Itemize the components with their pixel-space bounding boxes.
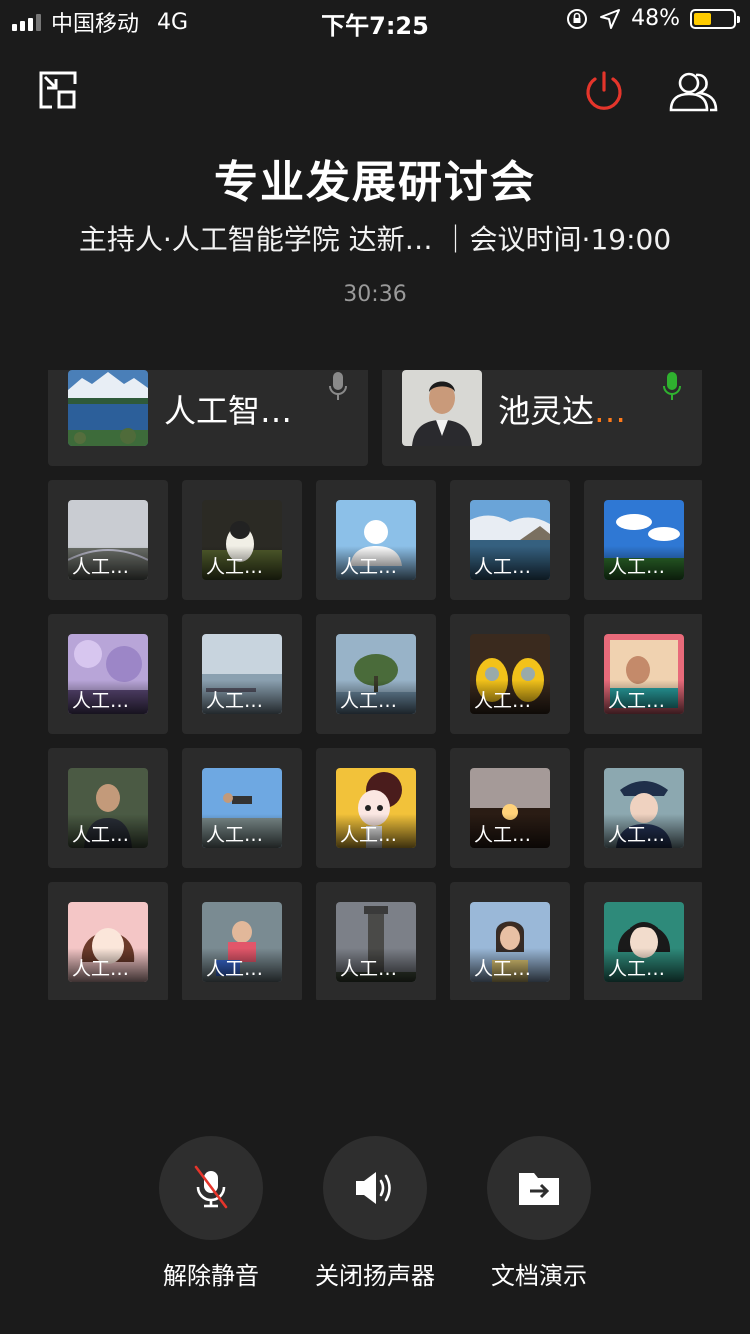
participant-name: 人工… xyxy=(474,958,532,980)
participant-tile[interactable]: 人工… xyxy=(316,748,436,868)
rotation-lock-icon xyxy=(567,8,588,29)
document-share-icon xyxy=(519,1173,559,1205)
participant-tile[interactable]: 人工… xyxy=(48,748,168,868)
participant-name: 人工… xyxy=(206,690,264,712)
participant-tile[interactable]: 人工… xyxy=(48,614,168,734)
participant-grid: 人工… 人工… 人工… 人工… 人工… 人工… 人工… 人工… 人工… 人工… … xyxy=(48,480,702,1000)
speaker-card[interactable]: 人工智… xyxy=(48,370,368,466)
participant-tile[interactable]: 人工… xyxy=(316,480,436,600)
participant-name: 人工… xyxy=(608,824,666,846)
participant-name: 人工… xyxy=(340,556,398,578)
participant-tile[interactable]: 人工… xyxy=(48,480,168,600)
exit-fullscreen-button[interactable] xyxy=(38,70,78,110)
participant-tile[interactable]: 人工… xyxy=(450,614,570,734)
participant-name: 人工… xyxy=(206,824,264,846)
speaker-toggle-label: 关闭扬声器 xyxy=(315,1262,435,1290)
avatar xyxy=(402,370,482,446)
participant-tile[interactable]: 人工… xyxy=(316,882,436,1000)
document-present-button[interactable] xyxy=(487,1136,591,1240)
speaker-name: 池灵达 xyxy=(498,392,595,430)
end-meeting-button[interactable] xyxy=(583,70,625,112)
participant-name: 人工… xyxy=(340,958,398,980)
battery-icon xyxy=(690,8,740,29)
participant-tile[interactable]: 人工… xyxy=(48,882,168,1000)
participant-name: 人工… xyxy=(206,556,264,578)
participant-tile[interactable]: 人工… xyxy=(450,882,570,1000)
participant-name: 人工… xyxy=(474,556,532,578)
members-icon xyxy=(669,72,718,112)
unmute-label: 解除静音 xyxy=(163,1262,259,1290)
participant-tile[interactable]: 人工… xyxy=(182,748,302,868)
elapsed-time: 30:36 xyxy=(343,282,407,307)
mic-icon xyxy=(329,372,347,400)
speaker-name: 人工智… xyxy=(164,392,293,430)
meeting-info: 主持人·人工智能学院 达新… ｜会议时间·19:00 xyxy=(78,223,672,256)
unmute-button[interactable] xyxy=(159,1136,263,1240)
location-icon xyxy=(600,8,621,29)
participant-tile[interactable]: 人工… xyxy=(182,882,302,1000)
participant-tile[interactable]: 人工… xyxy=(450,480,570,600)
status-bar: 中国移动 4G 下午7:25 48% xyxy=(0,0,750,40)
document-present-label: 文档演示 xyxy=(491,1262,587,1290)
participant-name: 人工… xyxy=(608,690,666,712)
participant-tile[interactable]: 人工… xyxy=(316,614,436,734)
participant-name: 人工… xyxy=(608,556,666,578)
participant-name: 人工… xyxy=(474,824,532,846)
exit-fullscreen-icon xyxy=(39,71,77,109)
participant-name: 人工… xyxy=(206,958,264,980)
participant-tile[interactable]: 人工… xyxy=(584,614,702,734)
power-icon xyxy=(586,71,622,110)
participant-name: 人工… xyxy=(72,958,130,980)
participant-tile[interactable]: 人工… xyxy=(584,748,702,868)
speaker-toggle-button[interactable] xyxy=(323,1136,427,1240)
speaker-icon xyxy=(356,1172,391,1204)
speaker-card[interactable]: 池灵达… xyxy=(382,370,702,466)
participant-tile[interactable]: 人工… xyxy=(584,480,702,600)
participant-name: 人工… xyxy=(72,690,130,712)
avatar xyxy=(68,370,148,446)
mic-icon xyxy=(663,372,681,400)
participant-tile[interactable]: 人工… xyxy=(584,882,702,1000)
participant-tile[interactable]: 人工… xyxy=(450,748,570,868)
participant-name: 人工… xyxy=(72,824,130,846)
battery-percent: 48% xyxy=(631,6,680,31)
participant-name: 人工… xyxy=(340,690,398,712)
participant-name: 人工… xyxy=(608,958,666,980)
participant-name: 人工… xyxy=(340,824,398,846)
mic-muted-icon xyxy=(194,1165,228,1209)
participant-name: 人工… xyxy=(72,556,130,578)
members-button[interactable] xyxy=(668,70,720,112)
participant-tile[interactable]: 人工… xyxy=(182,614,302,734)
meeting-title: 专业发展研讨会 xyxy=(214,157,536,208)
participant-tile[interactable]: 人工… xyxy=(182,480,302,600)
participant-name: 人工… xyxy=(474,690,532,712)
